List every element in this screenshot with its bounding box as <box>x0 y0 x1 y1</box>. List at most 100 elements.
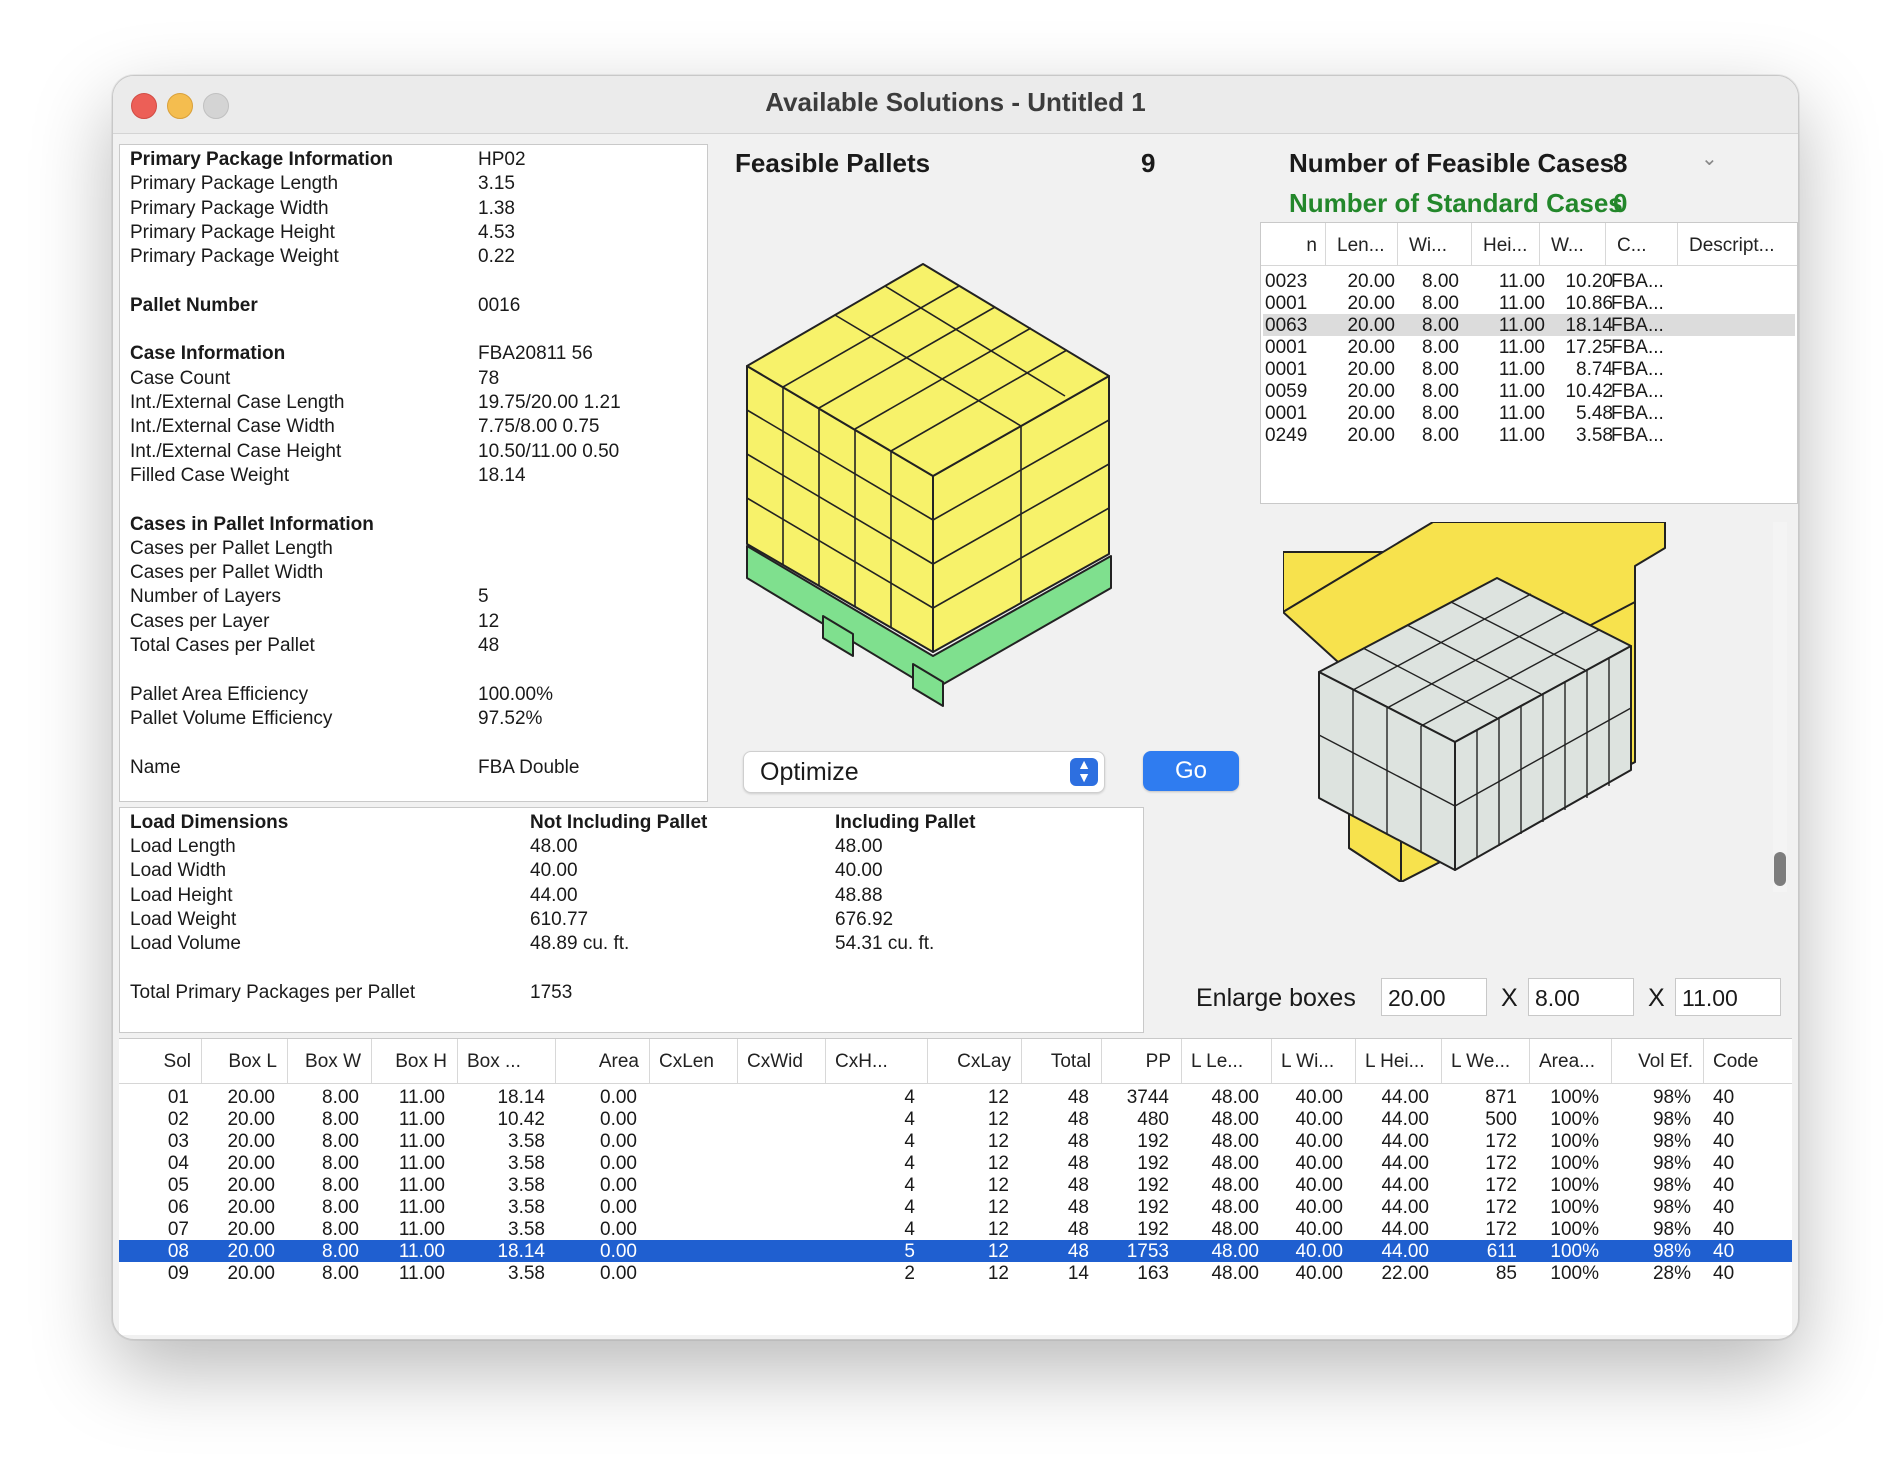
cases-cell[interactable]: FBA... <box>1611 381 1671 403</box>
cases-header-cell[interactable]: n <box>1261 235 1325 257</box>
cases-cell[interactable]: 10.42 <box>1543 381 1613 403</box>
solutions-cell[interactable]: 12 <box>927 1197 1021 1219</box>
solutions-cell[interactable]: 48.00 <box>1181 1219 1271 1241</box>
solutions-cell[interactable]: 11.00 <box>371 1197 457 1219</box>
cases-cell[interactable]: 11.00 <box>1471 381 1545 403</box>
cases-cell[interactable]: 11.00 <box>1471 425 1545 447</box>
solutions-cell[interactable]: 12 <box>927 1153 1021 1175</box>
solutions-cell[interactable]: 40.00 <box>1271 1131 1355 1153</box>
solutions-cell[interactable]: 20.00 <box>201 1263 287 1285</box>
cases-cell[interactable]: 20.00 <box>1327 271 1395 293</box>
solutions-cell[interactable]: 28% <box>1611 1263 1703 1285</box>
solutions-cell[interactable]: 172 <box>1441 1153 1529 1175</box>
solutions-header-cell[interactable]: Box W <box>287 1051 371 1073</box>
cases-cell[interactable]: 8.00 <box>1393 293 1459 315</box>
solutions-cell[interactable]: 8.00 <box>287 1197 371 1219</box>
solutions-cell[interactable]: 44.00 <box>1355 1219 1441 1241</box>
solutions-cell[interactable]: 40.00 <box>1271 1263 1355 1285</box>
cases-cell[interactable]: 0001 <box>1265 403 1319 425</box>
solutions-cell[interactable]: 0.00 <box>555 1263 649 1285</box>
solutions-cell[interactable]: 500 <box>1441 1109 1529 1131</box>
cases-cell[interactable]: 0001 <box>1265 359 1319 381</box>
cases-cell[interactable]: 8.00 <box>1393 337 1459 359</box>
solutions-cell[interactable]: 44.00 <box>1355 1131 1441 1153</box>
solutions-cell[interactable]: 172 <box>1441 1197 1529 1219</box>
cases-cell[interactable]: 8.00 <box>1393 271 1459 293</box>
solutions-cell[interactable]: 20.00 <box>201 1197 287 1219</box>
solutions-cell[interactable]: 0.00 <box>555 1153 649 1175</box>
solutions-cell[interactable]: 8.00 <box>287 1241 371 1263</box>
solutions-header-cell[interactable]: CxLen <box>649 1051 737 1073</box>
solutions-cell[interactable]: 3.58 <box>457 1263 555 1285</box>
solutions-cell[interactable]: 48 <box>1021 1131 1101 1153</box>
solutions-cell[interactable]: 48 <box>1021 1197 1101 1219</box>
cases-cell[interactable]: 8.00 <box>1393 359 1459 381</box>
solutions-cell[interactable]: 98% <box>1611 1219 1703 1241</box>
cases-cell[interactable]: FBA... <box>1611 359 1671 381</box>
cases-cell[interactable]: FBA... <box>1611 271 1671 293</box>
cases-cell[interactable]: 11.00 <box>1471 293 1545 315</box>
solutions-header-cell[interactable]: Vol Ef. <box>1611 1051 1703 1073</box>
solutions-cell[interactable]: 40.00 <box>1271 1109 1355 1131</box>
cases-header-cell[interactable]: Wi... <box>1397 235 1471 257</box>
solutions-cell[interactable]: 40 <box>1703 1241 1785 1263</box>
solutions-cell[interactable]: 40.00 <box>1271 1241 1355 1263</box>
solutions-cell[interactable]: 192 <box>1101 1197 1181 1219</box>
solutions-cell[interactable]: 192 <box>1101 1153 1181 1175</box>
solutions-cell[interactable]: 0.00 <box>555 1219 649 1241</box>
solutions-cell[interactable]: 07 <box>119 1219 201 1241</box>
solutions-cell[interactable]: 44.00 <box>1355 1197 1441 1219</box>
cases-cell[interactable]: 3.58 <box>1543 425 1613 447</box>
solutions-cell[interactable]: 48 <box>1021 1153 1101 1175</box>
solutions-cell[interactable]: 0.00 <box>555 1109 649 1131</box>
preview-scrollbar[interactable] <box>1773 522 1787 892</box>
solutions-cell[interactable]: 48.00 <box>1181 1241 1271 1263</box>
solutions-cell[interactable]: 98% <box>1611 1153 1703 1175</box>
solutions-cell[interactable]: 18.14 <box>457 1241 555 1263</box>
solutions-cell[interactable]: 20.00 <box>201 1219 287 1241</box>
solutions-cell[interactable]: 3.58 <box>457 1175 555 1197</box>
go-button[interactable]: Go <box>1143 751 1239 791</box>
cases-header-cell[interactable]: Len... <box>1325 235 1397 257</box>
solutions-cell[interactable]: 05 <box>119 1175 201 1197</box>
solutions-cell[interactable]: 8.00 <box>287 1175 371 1197</box>
solutions-cell[interactable]: 172 <box>1441 1175 1529 1197</box>
cases-cell[interactable]: 20.00 <box>1327 293 1395 315</box>
cases-cell[interactable]: 20.00 <box>1327 337 1395 359</box>
solutions-cell[interactable]: 48 <box>1021 1241 1101 1263</box>
solutions-cell[interactable]: 12 <box>927 1109 1021 1131</box>
solutions-cell[interactable]: 48.00 <box>1181 1131 1271 1153</box>
solutions-cell[interactable]: 09 <box>119 1263 201 1285</box>
solutions-cell[interactable]: 100% <box>1529 1087 1611 1109</box>
solutions-cell[interactable]: 44.00 <box>1355 1241 1441 1263</box>
solutions-cell[interactable]: 0.00 <box>555 1241 649 1263</box>
solutions-header-cell[interactable]: CxLay <box>927 1051 1021 1073</box>
solutions-cell[interactable]: 01 <box>119 1087 201 1109</box>
solutions-cell[interactable]: 48 <box>1021 1109 1101 1131</box>
solutions-cell[interactable]: 04 <box>119 1153 201 1175</box>
solutions-cell[interactable]: 3.58 <box>457 1219 555 1241</box>
cases-cell[interactable]: 0059 <box>1265 381 1319 403</box>
solutions-header-cell[interactable]: Box ... <box>457 1051 555 1073</box>
solutions-cell[interactable]: 5 <box>825 1241 927 1263</box>
cases-cell[interactable]: 0023 <box>1265 271 1319 293</box>
solutions-cell[interactable]: 14 <box>1021 1263 1101 1285</box>
cases-cell[interactable]: FBA... <box>1611 337 1671 359</box>
solutions-cell[interactable]: 40 <box>1703 1219 1785 1241</box>
solutions-cell[interactable]: 08 <box>119 1241 201 1263</box>
solutions-cell[interactable]: 172 <box>1441 1131 1529 1153</box>
solutions-cell[interactable]: 11.00 <box>371 1131 457 1153</box>
cases-cell[interactable]: FBA... <box>1611 403 1671 425</box>
solutions-cell[interactable]: 44.00 <box>1355 1087 1441 1109</box>
solutions-cell[interactable]: 192 <box>1101 1219 1181 1241</box>
solutions-cell[interactable]: 4 <box>825 1153 927 1175</box>
cases-cell[interactable]: 20.00 <box>1327 315 1395 337</box>
cases-cell[interactable]: 10.20 <box>1543 271 1613 293</box>
solutions-cell[interactable]: 40 <box>1703 1197 1785 1219</box>
solutions-cell[interactable]: 44.00 <box>1355 1153 1441 1175</box>
cases-cell[interactable]: 0001 <box>1265 337 1319 359</box>
solutions-cell[interactable]: 8.00 <box>287 1131 371 1153</box>
solutions-cell[interactable]: 11.00 <box>371 1263 457 1285</box>
solutions-cell[interactable]: 12 <box>927 1219 1021 1241</box>
solutions-cell[interactable]: 10.42 <box>457 1109 555 1131</box>
